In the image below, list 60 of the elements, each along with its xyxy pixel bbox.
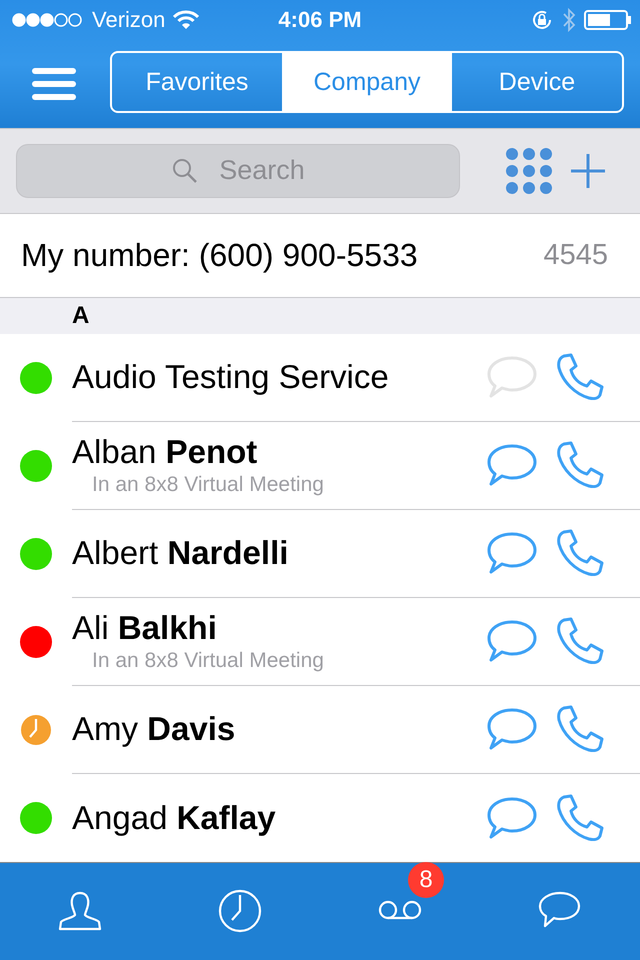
contact-row[interactable]: Angad Kaflay [0, 774, 640, 862]
contacts-tab[interactable] [58, 891, 102, 932]
chat-bubble-icon [486, 707, 538, 752]
add-button[interactable] [570, 152, 606, 189]
chat-button[interactable] [486, 531, 538, 576]
call-button[interactable] [556, 705, 604, 754]
person-icon [58, 891, 102, 932]
contact-row[interactable]: Amy Davis [0, 686, 640, 774]
keypad-button[interactable] [506, 148, 552, 194]
contact-name: Alban Penot [72, 433, 258, 472]
presence-note: In an 8x8 Virtual Meeting [92, 473, 325, 498]
clock-icon [218, 889, 262, 934]
chat-bubble-icon [486, 531, 538, 576]
contact-name: Albert Nardelli [72, 534, 290, 572]
chat-button[interactable] [486, 707, 538, 752]
status-time: 4:06 PM [278, 7, 362, 33]
contact-row[interactable]: Albert Nardelli [0, 510, 640, 598]
call-button[interactable] [556, 794, 604, 842]
contact-row[interactable]: Ali Balkhi In an 8x8 Virtual Meeting [0, 598, 640, 686]
contact-row[interactable]: Audio Testing Service [0, 334, 640, 422]
search-field[interactable]: Search [16, 144, 460, 198]
battery-icon [584, 10, 632, 30]
bluetooth-icon [562, 7, 576, 33]
search-icon [172, 158, 198, 184]
chat-button[interactable] [486, 443, 538, 488]
call-button[interactable] [556, 617, 604, 666]
contact-row[interactable]: Alban Penot In an 8x8 Virtual Meeting [0, 422, 640, 510]
signal-icon [12, 12, 84, 28]
phone-icon [556, 441, 604, 490]
phone-icon [556, 794, 604, 842]
voicemail-badge: 8 [408, 862, 444, 898]
chat-bubble-icon [486, 796, 538, 840]
chat-bubble-icon [486, 619, 538, 664]
contact-name: Ali Balkhi [72, 609, 218, 648]
call-button[interactable] [556, 441, 604, 490]
contact-name: Audio Testing Service [72, 358, 390, 396]
phone-icon [556, 529, 604, 578]
call-button[interactable] [556, 529, 604, 578]
my-number: My number: (600) 900-5533 [21, 236, 418, 274]
menu-icon [32, 68, 76, 100]
presence-note: In an 8x8 Virtual Meeting [92, 649, 325, 674]
phone-icon [556, 705, 604, 754]
call-button[interactable] [556, 353, 604, 402]
add-icon [570, 152, 606, 189]
chat-button[interactable] [486, 796, 538, 840]
section-letter: A [72, 302, 90, 330]
phone-icon [556, 353, 604, 402]
rotation-lock-icon [530, 8, 554, 32]
wifi-icon [173, 10, 200, 30]
carrier-name: Verizon [92, 7, 166, 33]
keypad-icon [506, 148, 552, 194]
contact-name: Angad Kaflay [72, 798, 277, 837]
chat-bubble-icon [486, 443, 538, 488]
phone-icon [556, 617, 604, 666]
extension-number: 4545 [543, 238, 608, 272]
contact-name: Amy Davis [72, 710, 236, 748]
chat-button[interactable] [486, 619, 538, 664]
chat-bubble-icon [486, 355, 538, 400]
menu-button[interactable] [32, 68, 76, 100]
recents-tab[interactable] [218, 889, 262, 934]
